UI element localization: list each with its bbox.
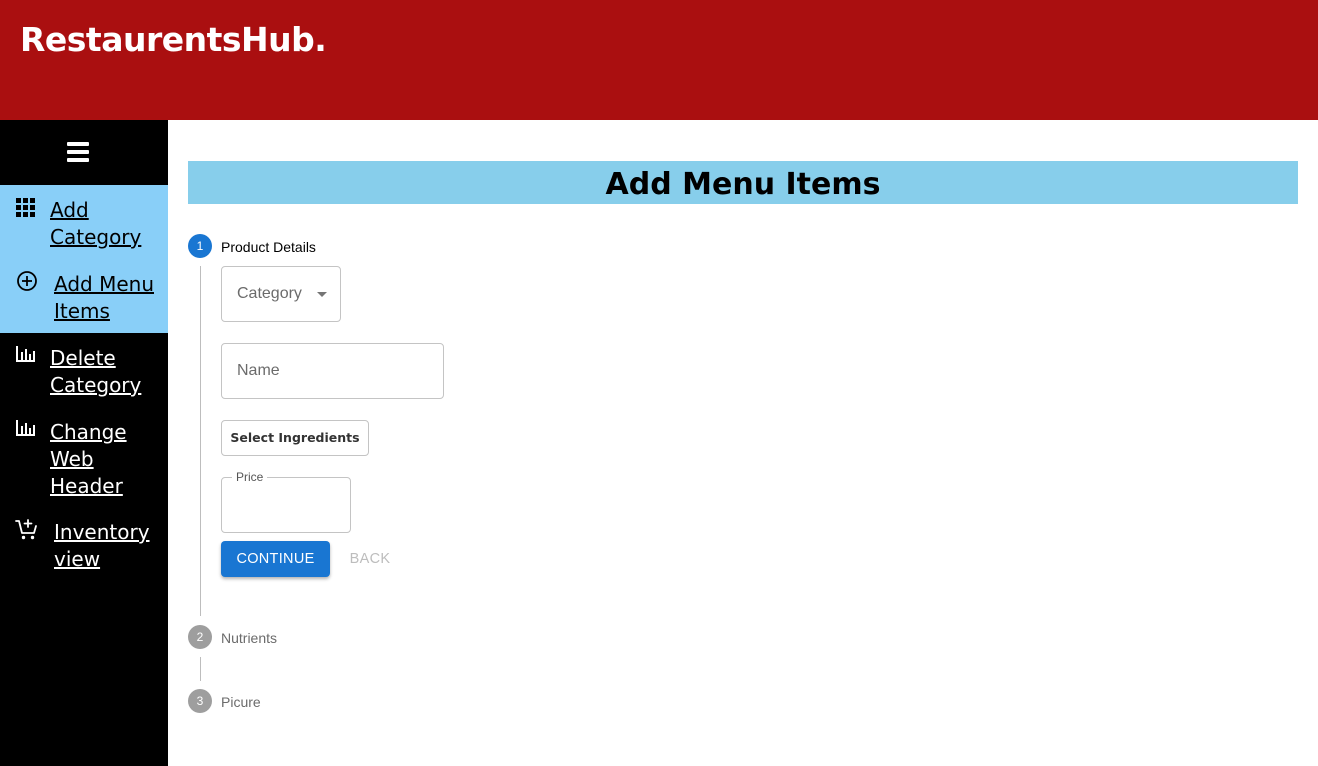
label-line: Add Menu [54,272,154,296]
bar-chart-icon [16,346,35,362]
grid-icon [16,198,35,217]
step-3-label[interactable]: Picure [221,694,261,710]
sidebar-item-inventory-view[interactable]: Inventory view [0,518,168,576]
sidebar-item-add-menu-items[interactable]: Add Menu Items [0,270,168,328]
sidebar-item-label: Change Web Header [50,419,127,500]
chevron-down-icon [317,292,327,297]
sidebar-item-label: Inventory view [54,519,150,573]
step-connector [200,657,201,681]
bar-chart-icon [16,420,35,436]
main-content: Add Menu Items 1 Product Details Categor… [168,120,1318,766]
step-1-label[interactable]: Product Details [221,239,316,255]
sidebar: Add Category Add Menu Items Delete Categ… [0,120,168,766]
back-button[interactable]: BACK [338,541,402,577]
add-circle-icon [17,271,37,291]
step-connector [200,266,201,616]
sidebar-item-label: Add Category [50,197,141,251]
continue-button[interactable]: CONTINUE [221,541,330,577]
label-line: Category [50,225,142,249]
price-field[interactable]: Price [221,470,351,533]
step-3-circle[interactable]: 3 [188,689,212,713]
price-field-label: Price [232,470,268,484]
name-field[interactable]: Name [221,343,444,399]
hamburger-menu-icon[interactable] [67,142,89,162]
category-select-value: Category [237,285,302,302]
brand-logo[interactable]: RestaurentsHub. [20,20,327,59]
label-line: Items [54,299,110,323]
sidebar-item-label: Add Menu Items [54,271,154,325]
label-line: Category [50,373,142,397]
label-line: Inventory [54,520,150,544]
label-line: Header [50,474,123,498]
name-field-placeholder: Name [237,362,280,379]
step-2-circle[interactable]: 2 [188,625,212,649]
sidebar-item-add-category[interactable]: Add Category [0,196,168,254]
label-line: Web [50,447,94,471]
label-line: Change [50,420,127,444]
app-header: RestaurentsHub. [0,0,1318,120]
label-line: view [54,547,101,571]
step-1-circle[interactable]: 1 [188,234,212,258]
sidebar-item-label: Delete Category [50,345,141,399]
page-title: Add Menu Items [605,167,881,202]
step-2-label[interactable]: Nutrients [221,630,277,646]
add-shopping-cart-icon [15,519,37,540]
label-line: Add [50,198,89,222]
sidebar-item-change-web-header[interactable]: Change Web Header [0,418,168,502]
category-select[interactable]: Category [221,266,341,322]
label-line: Delete [50,346,116,370]
page-title-bar: Add Menu Items [188,161,1298,204]
select-ingredients-button[interactable]: Select Ingredients [221,420,369,456]
sidebar-item-delete-category[interactable]: Delete Category [0,344,168,402]
